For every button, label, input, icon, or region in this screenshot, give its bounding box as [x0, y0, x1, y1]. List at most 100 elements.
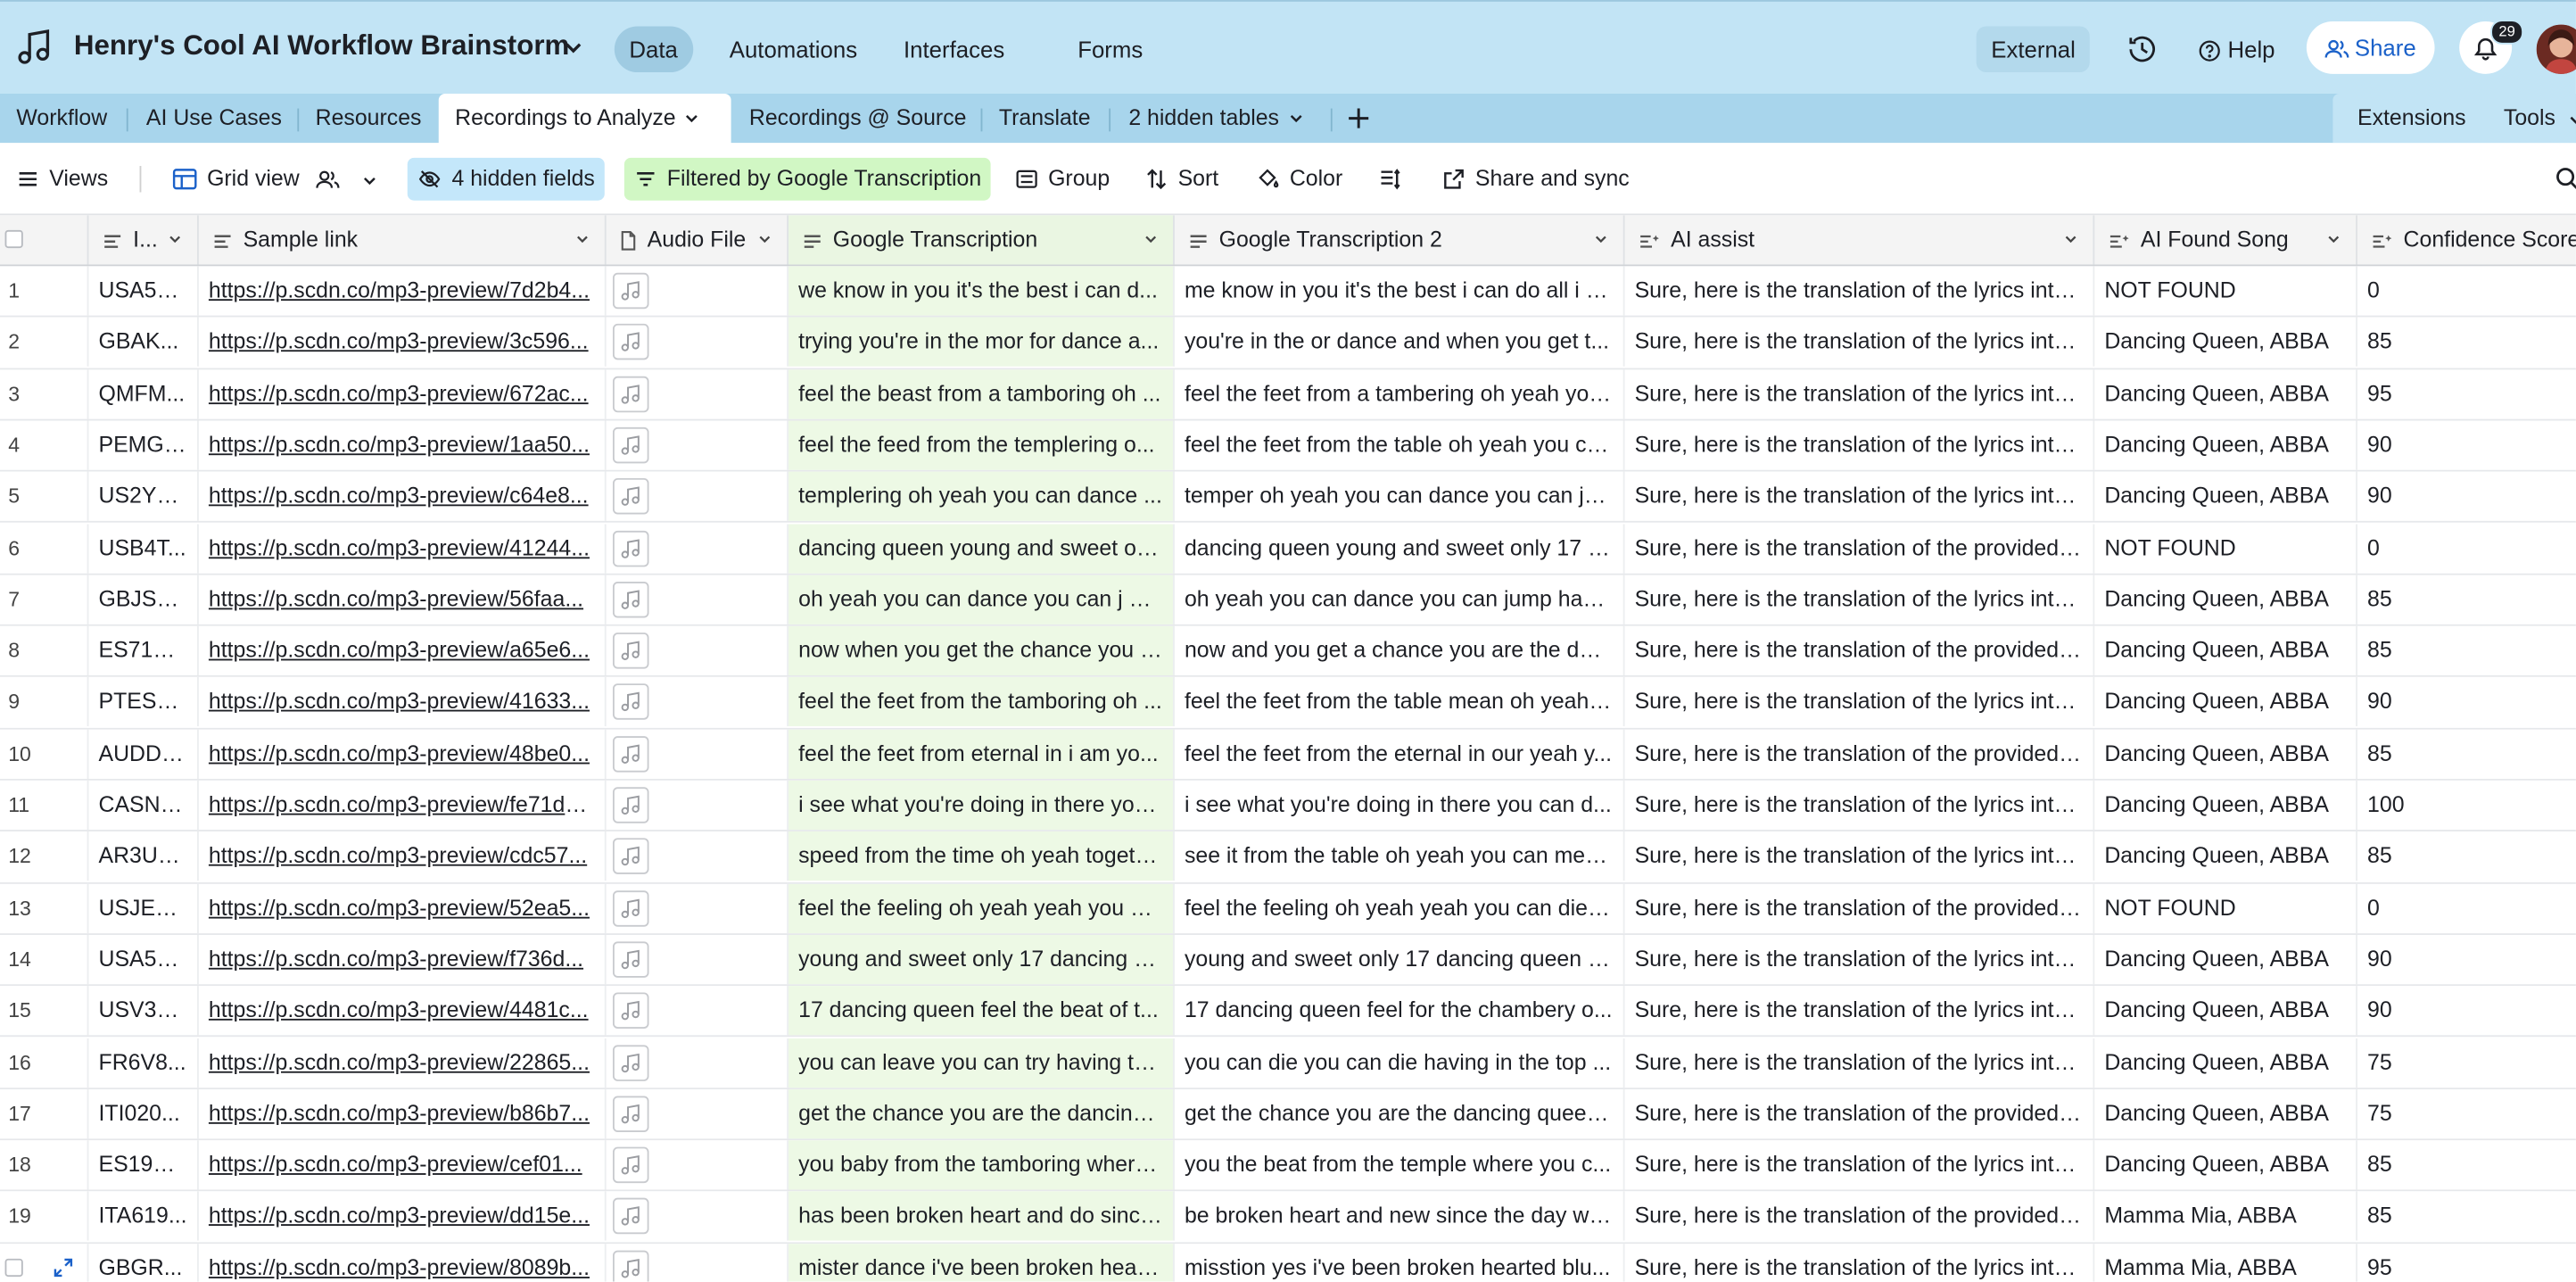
google-transcription-2-cell[interactable]: feel the feeling oh yeah yeah you can di… — [1175, 883, 1625, 933]
confidence-score-cell[interactable]: 95 — [2357, 1244, 2576, 1282]
sample-link-cell[interactable]: https://p.scdn.co/mp3-preview/cef01... — [199, 1140, 607, 1190]
google-transcription-cell[interactable]: speed from the time oh yeah togeth... — [788, 831, 1175, 881]
google-transcription-2-cell[interactable]: feel the feet from a tambering oh yeah y… — [1175, 368, 1625, 418]
chevron-down-icon[interactable] — [166, 230, 184, 248]
sample-link-cell[interactable]: https://p.scdn.co/mp3-preview/8089b... — [199, 1243, 607, 1282]
google-transcription-2-cell[interactable]: oh yeah you can dance you can jump havi.… — [1175, 575, 1625, 624]
google-transcription-cell[interactable]: feel the feet from eternal in i am yo... — [788, 729, 1175, 779]
music-note-icon[interactable] — [15, 28, 54, 67]
record-id-cell[interactable]: USA56... — [88, 934, 199, 985]
ai-assist-cell[interactable]: Sure, here is the translation of the lyr… — [1625, 368, 2095, 418]
table-row[interactable]: 11 CASN7... https://p.scdn.co/mp3-preview/… — [0, 780, 2576, 832]
audio-attachment-thumbnail[interactable] — [612, 1250, 649, 1282]
google-transcription-cell[interactable]: oh yeah you can dance you can j ha... — [788, 575, 1175, 624]
ai-found-song-cell[interactable]: Dancing Queen, ABBA — [2094, 471, 2357, 522]
chevron-down-icon[interactable] — [2324, 230, 2342, 248]
confidence-score-cell[interactable]: 90 — [2357, 472, 2576, 521]
column-header-google-transcription-2[interactable]: Google Transcription 2 — [1175, 215, 1625, 265]
google-transcription-2-cell[interactable]: young and sweet only 17 dancing queen fe… — [1175, 934, 1625, 985]
chevron-down-icon[interactable] — [2061, 230, 2079, 248]
table-row[interactable]: 18 ES19G... https://p.scdn.co/mp3-preview/… — [0, 1140, 2576, 1193]
google-transcription-2-cell[interactable]: dancing queen young and sweet only 17 d.… — [1175, 523, 1625, 573]
sample-link-cell[interactable]: https://p.scdn.co/mp3-preview/b86b7... — [199, 1088, 607, 1138]
ai-assist-cell[interactable]: Sure, here is the translation of the lyr… — [1625, 780, 2095, 831]
google-transcription-2-cell[interactable]: feel the feet from the eternal in our ye… — [1175, 729, 1625, 779]
ai-assist-cell[interactable]: Sure, here is the translation of the lyr… — [1625, 1243, 2095, 1282]
column-header-sample-link[interactable]: Sample link — [199, 215, 607, 265]
table-row[interactable]: 8 ES71G1... https://p.scdn.co/mp3-preview/… — [0, 625, 2576, 678]
audio-attachment-thumbnail[interactable] — [612, 1146, 649, 1184]
ai-found-song-cell[interactable]: Dancing Queen, ABBA — [2094, 1140, 2357, 1190]
chevron-down-icon[interactable] — [755, 230, 773, 248]
table-row[interactable]: 6 USB4T... https://p.scdn.co/mp3-preview/4… — [0, 523, 2576, 575]
table-row[interactable]: 15 USV35... https://p.scdn.co/mp3-preview/… — [0, 986, 2576, 1038]
google-transcription-2-cell[interactable]: you the beat from the temple where you c… — [1175, 1140, 1625, 1190]
google-transcription-2-cell[interactable]: me know in you it's the best i can do al… — [1175, 266, 1625, 316]
table-row[interactable]: 19 ITA619... https://p.scdn.co/mp3-preview… — [0, 1192, 2576, 1244]
chevron-down-icon[interactable] — [682, 109, 702, 128]
confidence-score-cell[interactable]: 0 — [2357, 883, 2576, 932]
share-sync-button[interactable]: Share and sync — [1432, 158, 1639, 201]
ai-found-song-cell[interactable]: Mamma Mia, ABBA — [2094, 1192, 2357, 1242]
confidence-score-cell[interactable]: 100 — [2357, 781, 2576, 830]
google-transcription-cell[interactable]: dancing queen young and sweet on... — [788, 523, 1175, 573]
google-transcription-cell[interactable]: now when you get the chance you a... — [788, 625, 1175, 676]
column-header-id[interactable]: I... — [88, 215, 199, 265]
record-id-cell[interactable]: USV35... — [88, 986, 199, 1036]
audio-attachment-thumbnail[interactable] — [612, 376, 649, 412]
ai-found-song-cell[interactable]: Mamma Mia, ABBA — [2094, 1243, 2357, 1282]
google-transcription-2-cell[interactable]: you can die you can die having in the to… — [1175, 1038, 1625, 1088]
sample-link-cell[interactable]: https://p.scdn.co/mp3-preview/cdc57... — [199, 831, 607, 881]
confidence-score-cell[interactable]: 85 — [2357, 1140, 2576, 1189]
google-transcription-cell[interactable]: 17 dancing queen feel the beat of t... — [788, 986, 1175, 1036]
record-id-cell[interactable]: PTES11... — [88, 677, 199, 727]
google-transcription-cell[interactable]: feel the feed from the templering o... — [788, 420, 1175, 470]
ai-assist-cell[interactable]: Sure, here is the translation of the pro… — [1625, 625, 2095, 676]
sample-link-cell[interactable]: https://p.scdn.co/mp3-preview/1aa50... — [199, 420, 607, 470]
sample-link-cell[interactable]: https://p.scdn.co/mp3-preview/4481c... — [199, 986, 607, 1036]
google-transcription-cell[interactable]: you baby from the tamboring where... — [788, 1140, 1175, 1190]
audio-attachment-thumbnail[interactable] — [612, 889, 649, 927]
google-transcription-cell[interactable]: i see what you're doing in there you... — [788, 780, 1175, 831]
table-row[interactable]: 3 QMFM... https://p.scdn.co/mp3-preview/67… — [0, 368, 2576, 421]
tools-button[interactable]: Tools — [2504, 94, 2555, 143]
ai-assist-cell[interactable]: Sure, here is the translation of the lyr… — [1625, 986, 2095, 1036]
sample-link-cell[interactable]: https://p.scdn.co/mp3-preview/7d2b4... — [199, 266, 607, 316]
ai-assist-cell[interactable]: Sure, here is the translation of the lyr… — [1625, 471, 2095, 522]
google-transcription-cell[interactable]: young and sweet only 17 dancing q... — [788, 934, 1175, 985]
google-transcription-2-cell[interactable]: now and you get a chance you are the dan… — [1175, 625, 1625, 676]
ai-found-song-cell[interactable]: Dancing Queen, ABBA — [2094, 420, 2357, 470]
record-id-cell[interactable]: ITA619... — [88, 1192, 199, 1242]
ai-found-song-cell[interactable]: NOT FOUND — [2094, 266, 2357, 316]
chevron-down-icon[interactable] — [2566, 110, 2576, 129]
record-id-cell[interactable]: QMFM... — [88, 368, 199, 418]
ai-assist-cell[interactable]: Sure, here is the translation of the pro… — [1625, 729, 2095, 779]
google-transcription-cell[interactable]: trying you're in the mor for dance a... — [788, 318, 1175, 368]
ai-assist-cell[interactable]: Sure, here is the translation of the lyr… — [1625, 1038, 2095, 1088]
google-transcription-cell[interactable]: has been broken heart and do since... — [788, 1192, 1175, 1242]
extensions-button[interactable]: Extensions — [2357, 94, 2466, 143]
ai-assist-cell[interactable]: Sure, here is the translation of the pro… — [1625, 523, 2095, 573]
column-header-google-transcription[interactable]: Google Transcription — [788, 215, 1175, 265]
chevron-down-icon[interactable] — [1142, 230, 1160, 248]
ai-found-song-cell[interactable]: Dancing Queen, ABBA — [2094, 368, 2357, 418]
sort-button[interactable]: Sort — [1135, 158, 1229, 201]
chevron-down-icon[interactable] — [1592, 230, 1610, 248]
ai-found-song-cell[interactable]: Dancing Queen, ABBA — [2094, 575, 2357, 624]
chevron-down-icon[interactable] — [560, 35, 586, 61]
group-button[interactable]: Group — [1005, 158, 1119, 201]
google-transcription-2-cell[interactable]: misstion yes i've been broken hearted bl… — [1175, 1243, 1625, 1282]
confidence-score-cell[interactable]: 90 — [2357, 986, 2576, 1035]
audio-attachment-thumbnail[interactable] — [612, 787, 649, 823]
tab-translate[interactable]: Translate — [982, 94, 1107, 143]
audio-attachment-thumbnail[interactable] — [612, 735, 649, 773]
google-transcription-2-cell[interactable]: feel the feet from the table mean oh yea… — [1175, 677, 1625, 727]
google-transcription-cell[interactable]: get the chance you are the dancing... — [788, 1088, 1175, 1138]
hidden-tables-dropdown[interactable]: 2 hidden tables — [1112, 94, 1322, 143]
tab-resources[interactable]: Resources — [299, 94, 438, 143]
table-row[interactable]: 10 AUDD3... https://p.scdn.co/mp3-preview/… — [0, 729, 2576, 781]
tab-workflow[interactable]: Workflow — [0, 94, 124, 143]
color-button[interactable]: Color — [1245, 158, 1352, 201]
ai-assist-cell[interactable]: Sure, here is the translation of the lyr… — [1625, 420, 2095, 470]
google-transcription-2-cell[interactable]: you're in the or dance and when you get … — [1175, 318, 1625, 368]
